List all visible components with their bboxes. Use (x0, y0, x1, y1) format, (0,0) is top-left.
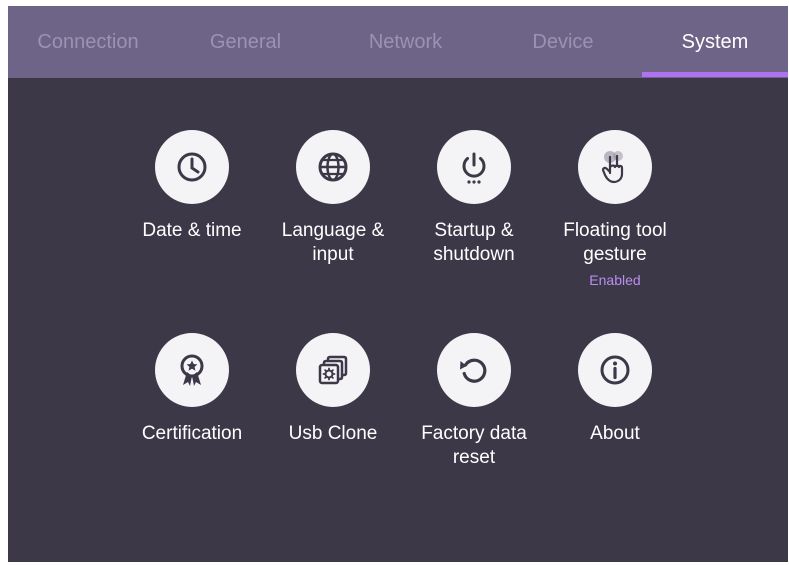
factory-data-reset-label: Factory data reset (421, 423, 527, 468)
usb-clone-icon (296, 333, 370, 407)
tab-system[interactable]: System (642, 6, 788, 78)
gesture-hand-icon (578, 130, 652, 204)
floating-tool-gesture-label: Floating tool gesture (563, 220, 667, 265)
settings-grid: Date & time Language & input Startup & s… (8, 78, 788, 562)
certification-item[interactable]: Certification (122, 333, 262, 446)
floating-tool-gesture-item[interactable]: Floating tool gesture Enabled (545, 130, 685, 288)
about-label: About (590, 423, 640, 444)
status-enabled: Enabled (589, 272, 641, 288)
tab-device[interactable]: Device (488, 6, 638, 78)
tab-connection[interactable]: Connection (8, 6, 168, 78)
startup-shutdown-item[interactable]: Startup & shutdown (404, 130, 544, 267)
language-input-item[interactable]: Language & input (263, 130, 403, 267)
certification-label: Certification (141, 423, 243, 444)
award-ribbon-icon (155, 333, 229, 407)
tab-bar: Connection General Network Device System (8, 6, 788, 78)
globe-icon (296, 130, 370, 204)
date-time-label: Date & time (142, 220, 242, 241)
factory-data-reset-item[interactable]: Factory data reset (404, 333, 544, 470)
clock-icon (155, 130, 229, 204)
tab-general[interactable]: General (168, 6, 323, 78)
usb-clone-item[interactable]: Usb Clone (263, 333, 403, 446)
settings-screen: Connection General Network Device System… (8, 6, 788, 562)
startup-shutdown-label: Startup & shutdown (433, 220, 515, 265)
date-time-item[interactable]: Date & time (122, 130, 262, 243)
about-item[interactable]: About (545, 333, 685, 446)
language-input-label: Language & input (281, 220, 385, 265)
usb-clone-label: Usb Clone (288, 423, 378, 444)
power-icon (437, 130, 511, 204)
tab-network[interactable]: Network (323, 6, 488, 78)
active-tab-indicator (642, 72, 788, 77)
info-icon (578, 333, 652, 407)
reset-icon (437, 333, 511, 407)
